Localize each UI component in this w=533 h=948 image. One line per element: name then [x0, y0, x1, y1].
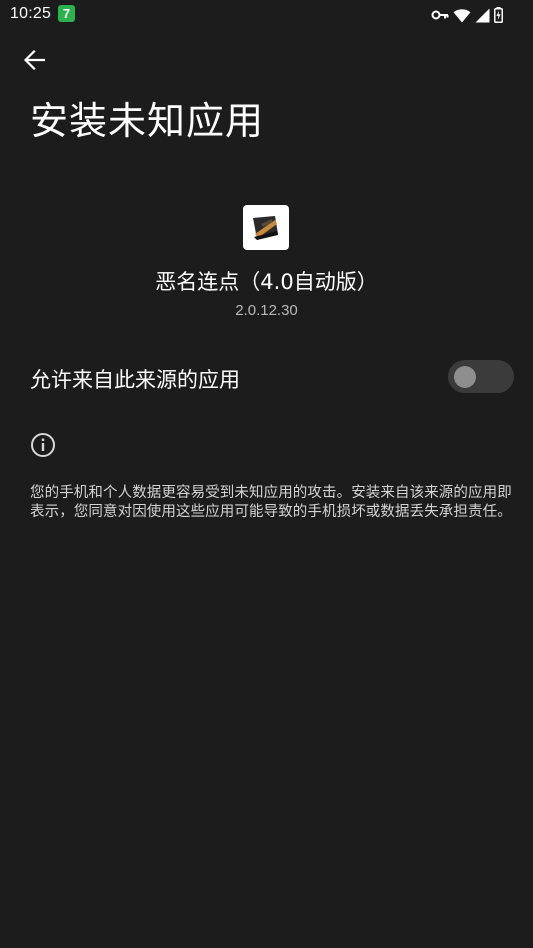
status-icons [431, 6, 503, 24]
info-icon [30, 432, 56, 458]
notification-badge: 7 [58, 5, 75, 22]
status-bar: 10:25 7 [0, 0, 533, 30]
cell-signal-icon [475, 8, 490, 23]
battery-charging-icon [494, 7, 503, 23]
allow-source-label: 允许来自此来源的应用 [30, 368, 240, 392]
app-version: 2.0.12.30 [235, 302, 298, 319]
app-name: 恶名连点（4.0自动版） [155, 270, 378, 294]
status-time: 10:25 [10, 5, 52, 22]
switch-thumb [454, 366, 476, 388]
allow-source-switch[interactable] [448, 360, 514, 393]
allow-source-row[interactable]: 允许来自此来源的应用 [0, 352, 533, 402]
page-title: 安装未知应用 [30, 99, 265, 143]
arrow-back-icon [23, 49, 46, 74]
warning-text: 您的手机和个人数据更容易受到未知应用的攻击。安装来自该来源的应用即表示，您同意对… [30, 485, 512, 520]
wifi-icon [453, 8, 471, 23]
app-icon [243, 205, 289, 250]
vpn-key-icon [431, 9, 449, 21]
back-button[interactable] [14, 44, 54, 80]
